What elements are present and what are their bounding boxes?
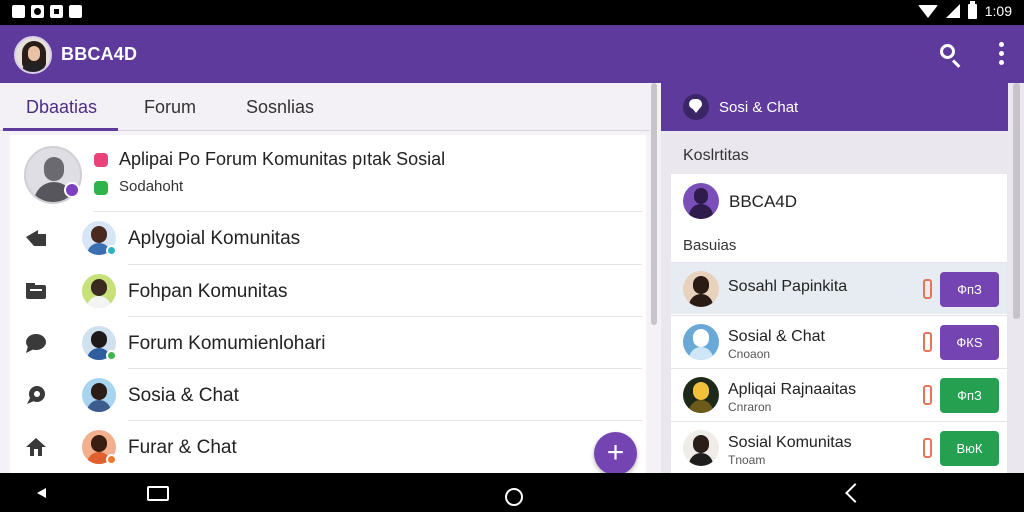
- tab-dbaatias[interactable]: Dbaatias: [26, 97, 97, 118]
- folder-icon: [26, 283, 46, 299]
- member-name: Apliqai Rajnaaitas: [728, 381, 857, 398]
- lock-icon: [923, 279, 932, 299]
- featured-subtitle: Sodahoht: [119, 178, 184, 195]
- list-item-label: Aplygoial Komunitas: [128, 228, 301, 249]
- avatar: [683, 271, 719, 307]
- status-badge: [106, 454, 117, 465]
- tab-bar: Dbaatias Forum Sosnlias: [0, 83, 650, 131]
- member-row[interactable]: Apliqai Rajnaaitas Cnraron ФпЗ: [671, 368, 1007, 420]
- battery-icon: [967, 0, 977, 19]
- member-action-button[interactable]: ФпЗ: [940, 272, 999, 307]
- main-scrollbar[interactable]: [651, 83, 657, 325]
- member-name: Sosial & Chat: [728, 328, 825, 345]
- search-icon[interactable]: [938, 42, 964, 68]
- system-nav-bar: [0, 473, 1024, 512]
- status-time: 1:09: [984, 3, 1012, 19]
- notification-icon: [50, 5, 63, 18]
- tab-indicator: [3, 128, 118, 131]
- member-action-button[interactable]: ФпЗ: [940, 378, 999, 413]
- featured-title: Aplipai Po Forum Komunitas pıtak Sosial: [119, 149, 446, 169]
- community-card: BBCA4D Basuias Sosahl Papinkita ФпЗ Sosi…: [671, 174, 1007, 473]
- list-item[interactable]: Forum Komumienlohari: [10, 317, 646, 369]
- list-item[interactable]: Fohpan Komunitas: [10, 265, 646, 317]
- chat-bubble-icon: [26, 334, 46, 353]
- wifi-icon: [917, 4, 938, 18]
- member-row[interactable]: Sosial Komunitas Tnoam ВюК: [671, 421, 1007, 473]
- home-icon: [26, 438, 46, 456]
- member-row[interactable]: Sosahl Papinkita ФпЗ: [671, 262, 1007, 314]
- more-options-icon[interactable]: [994, 42, 1008, 68]
- list-item[interactable]: Aplygoial Komunitas: [10, 212, 646, 264]
- section-label: Koslrtitas: [683, 147, 749, 164]
- notification-icons: [12, 5, 82, 18]
- list-item[interactable]: Furar & Chat: [10, 421, 646, 473]
- avatar: [82, 274, 116, 308]
- app-title: BBCA4D: [61, 44, 138, 64]
- member-status: Cnraron: [728, 400, 772, 414]
- share-icon: [26, 230, 46, 246]
- list-item[interactable]: Sosia & Chat: [10, 369, 646, 421]
- notification-icon: [69, 5, 82, 18]
- side-panel-header: Sosi & Chat: [661, 83, 1008, 131]
- lock-icon: [923, 385, 932, 405]
- member-action-button[interactable]: ВюК: [940, 431, 999, 466]
- recent-apps-icon[interactable]: [147, 486, 169, 501]
- side-panel-title: Sosi & Chat: [719, 99, 799, 116]
- main-panel: Dbaatias Forum Sosnlias Aplipai Po Forum…: [0, 83, 661, 473]
- avatar: [82, 378, 116, 412]
- user-name: BBCA4D: [729, 192, 798, 211]
- comment-icon: [27, 386, 45, 404]
- member-action-button[interactable]: ФКЅ: [940, 325, 999, 360]
- lock-icon: [923, 438, 932, 458]
- avatar: [683, 430, 719, 466]
- forum-list: Aplipai Po Forum Komunitas pıtak Sosial …: [10, 135, 646, 473]
- subsection-label: Basuias: [683, 237, 737, 254]
- avatar: [683, 377, 719, 413]
- back-arrow-icon[interactable]: [845, 483, 865, 503]
- online-status-badge: [64, 182, 80, 198]
- avatar: [683, 324, 719, 360]
- member-name: Sosial Komunitas: [728, 434, 852, 451]
- tab-forum[interactable]: Forum: [144, 97, 196, 118]
- back-icon[interactable]: [37, 488, 46, 498]
- list-item-label: Sosia & Chat: [128, 385, 239, 406]
- notification-icon: [31, 5, 44, 18]
- app-bar: BBCA4D: [0, 25, 1024, 83]
- check-icon: [94, 181, 108, 195]
- member-row[interactable]: Sosial & Chat Cnoaon ФКЅ: [671, 315, 1007, 367]
- status-badge: [106, 245, 117, 256]
- status-badge: [106, 350, 117, 361]
- home-button-icon[interactable]: [505, 488, 523, 506]
- add-button[interactable]: +: [594, 432, 637, 475]
- member-status: Cnoaon: [728, 347, 771, 361]
- status-bar: 1:09: [0, 0, 1024, 25]
- featured-item[interactable]: Aplipai Po Forum Komunitas pıtak Sosial …: [10, 135, 646, 211]
- tab-sosnlias[interactable]: Sosnlias: [246, 97, 314, 118]
- member-name: Sosahl Papinkita: [728, 278, 848, 295]
- side-panel: Sosi & Chat Koslrtitas BBCA4D Basuias So…: [661, 83, 1024, 473]
- member-status: Tnoam: [728, 453, 766, 467]
- notification-icon: [12, 5, 25, 18]
- list-item-label: Furar & Chat: [128, 437, 237, 458]
- profile-avatar[interactable]: [14, 36, 52, 74]
- lock-icon: [923, 332, 932, 352]
- list-item-label: Forum Komumienlohari: [128, 333, 326, 354]
- list-item-label: Fohpan Komunitas: [128, 281, 288, 302]
- avatar: [683, 183, 719, 219]
- heart-icon: [94, 153, 108, 167]
- signal-icon: [945, 4, 960, 18]
- chat-icon: [683, 94, 709, 120]
- side-panel-scrollbar[interactable]: [1013, 83, 1020, 319]
